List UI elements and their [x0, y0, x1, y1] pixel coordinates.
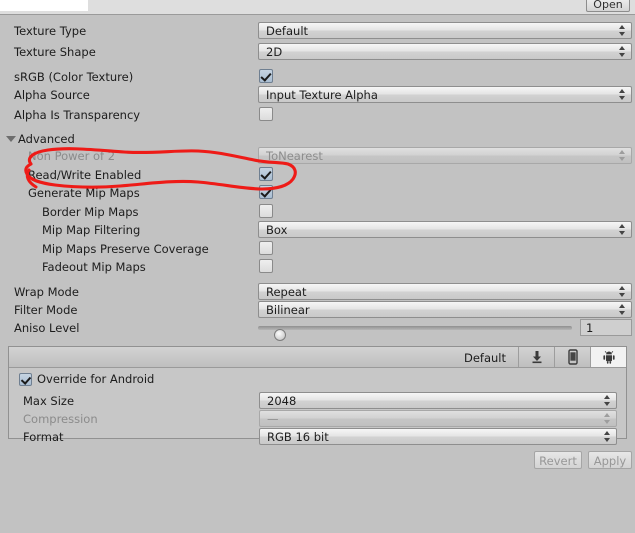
- label-wrap-mode: Wrap Mode: [14, 285, 79, 299]
- label-texture-shape: Texture Shape: [14, 45, 96, 59]
- label-override-for-android: Override for Android: [37, 372, 155, 386]
- chevron-updown-icon: [619, 285, 626, 298]
- checkbox-srgb[interactable]: [259, 69, 273, 83]
- row-read-write-enabled: Read/Write Enabled: [0, 166, 635, 184]
- label-alpha-source: Alpha Source: [14, 88, 90, 102]
- dropdown-alpha-source-value: Input Texture Alpha: [266, 88, 378, 102]
- label-read-write-enabled: Read/Write Enabled: [28, 168, 142, 182]
- apply-button[interactable]: Apply: [588, 451, 632, 469]
- chevron-updown-icon: [619, 303, 626, 316]
- row-border-mip-maps: Border Mip Maps: [0, 203, 635, 221]
- dropdown-texture-type[interactable]: Default: [258, 22, 632, 39]
- dropdown-max-size[interactable]: 2048: [259, 392, 617, 409]
- label-generate-mip-maps: Generate Mip Maps: [28, 186, 140, 200]
- platform-tab-default[interactable]: [518, 347, 554, 367]
- row-generate-mip-maps: Generate Mip Maps: [0, 184, 635, 202]
- download-icon: [532, 351, 541, 364]
- dropdown-texture-shape-value: 2D: [266, 45, 283, 59]
- open-button[interactable]: Open: [586, 0, 630, 12]
- row-format: Format RGB 16 bit: [9, 428, 626, 446]
- chevron-updown-icon: [619, 149, 626, 162]
- row-non-power-of-2: Non Power of 2 ToNearest: [0, 147, 635, 165]
- row-wrap-mode: Wrap Mode Repeat: [0, 283, 635, 301]
- slider-aniso-level[interactable]: [258, 326, 572, 341]
- dropdown-non-power-of-2-value: ToNearest: [266, 149, 323, 163]
- top-left-field: [0, 0, 88, 11]
- checkbox-override-for-android[interactable]: [19, 373, 32, 386]
- chevron-updown-icon: [604, 430, 611, 443]
- aniso-level-value: 1: [586, 321, 594, 335]
- dropdown-format[interactable]: RGB 16 bit: [259, 428, 617, 445]
- row-compression: Compression —: [9, 410, 626, 428]
- triangle-down-icon: [6, 136, 16, 142]
- platform-settings-box: Default Override for Android Max Size 20…: [8, 346, 627, 445]
- checkbox-border-mip-maps[interactable]: [259, 204, 273, 218]
- checkbox-read-write-enabled[interactable]: [259, 167, 273, 181]
- chevron-updown-icon: [604, 394, 611, 407]
- dropdown-alpha-source[interactable]: Input Texture Alpha: [258, 86, 632, 103]
- slider-aniso-level-handle[interactable]: [274, 329, 286, 341]
- chevron-updown-icon: [619, 24, 626, 37]
- label-non-power-of-2: Non Power of 2: [28, 149, 116, 163]
- dropdown-mip-map-filtering[interactable]: Box: [258, 221, 632, 238]
- label-advanced: Advanced: [18, 132, 75, 146]
- chevron-updown-icon: [619, 223, 626, 236]
- label-mip-maps-preserve-coverage: Mip Maps Preserve Coverage: [42, 242, 209, 256]
- label-filter-mode: Filter Mode: [14, 303, 78, 317]
- checkbox-alpha-is-transparency[interactable]: [259, 107, 273, 121]
- label-aniso-level: Aniso Level: [14, 321, 80, 335]
- row-max-size: Max Size 2048: [9, 392, 626, 410]
- iphone-icon: [567, 349, 578, 365]
- checkbox-mip-maps-preserve-coverage[interactable]: [259, 241, 273, 255]
- checkbox-generate-mip-maps[interactable]: [259, 185, 273, 199]
- row-alpha-is-transparency: Alpha Is Transparency: [0, 106, 635, 124]
- dropdown-wrap-mode[interactable]: Repeat: [258, 283, 632, 300]
- label-border-mip-maps: Border Mip Maps: [42, 205, 139, 219]
- foldout-advanced[interactable]: Advanced: [0, 130, 635, 148]
- chevron-updown-icon: [619, 45, 626, 58]
- platform-tab-ios[interactable]: [554, 347, 590, 367]
- dropdown-format-value: RGB 16 bit: [267, 430, 329, 444]
- checkbox-fadeout-mip-maps[interactable]: [259, 259, 273, 273]
- row-alpha-source: Alpha Source Input Texture Alpha: [0, 86, 635, 104]
- dropdown-max-size-value: 2048: [267, 394, 297, 408]
- label-format: Format: [23, 430, 64, 444]
- label-compression: Compression: [23, 412, 98, 426]
- android-icon: [602, 350, 615, 364]
- label-srgb: sRGB (Color Texture): [14, 70, 134, 84]
- row-filter-mode: Filter Mode Bilinear: [0, 301, 635, 319]
- label-fadeout-mip-maps: Fadeout Mip Maps: [42, 260, 146, 274]
- window-top-strip: Open: [0, 0, 635, 15]
- platform-default-label: Default: [463, 351, 506, 365]
- dropdown-compression-value: —: [267, 412, 279, 426]
- platform-tab-android[interactable]: [590, 347, 626, 367]
- dropdown-compression: —: [259, 410, 617, 427]
- dropdown-filter-mode-value: Bilinear: [266, 303, 310, 317]
- row-texture-type: Texture Type Default: [0, 22, 635, 40]
- row-srgb: sRGB (Color Texture): [0, 68, 635, 86]
- dropdown-non-power-of-2: ToNearest: [258, 147, 632, 164]
- dropdown-mip-map-filtering-value: Box: [266, 223, 288, 237]
- dropdown-texture-type-value: Default: [266, 24, 309, 38]
- label-max-size: Max Size: [23, 394, 75, 408]
- label-alpha-is-transparency: Alpha Is Transparency: [14, 108, 141, 122]
- dropdown-texture-shape[interactable]: 2D: [258, 43, 632, 60]
- revert-button[interactable]: Revert: [534, 451, 582, 469]
- dropdown-filter-mode[interactable]: Bilinear: [258, 301, 632, 318]
- platform-tabbar: Default: [9, 347, 626, 368]
- chevron-updown-icon: [619, 88, 626, 101]
- chevron-updown-icon: [604, 412, 611, 425]
- label-mip-map-filtering: Mip Map Filtering: [42, 223, 141, 237]
- dropdown-wrap-mode-value: Repeat: [266, 285, 307, 299]
- row-mip-maps-preserve-coverage: Mip Maps Preserve Coverage: [0, 240, 635, 258]
- aniso-level-value-field[interactable]: 1: [580, 319, 632, 336]
- row-aniso-level: Aniso Level 1: [0, 319, 635, 341]
- row-texture-shape: Texture Shape 2D: [0, 43, 635, 61]
- row-fadeout-mip-maps: Fadeout Mip Maps: [0, 258, 635, 276]
- label-texture-type: Texture Type: [14, 24, 87, 38]
- platform-body: Override for Android Max Size 2048 Compr…: [9, 368, 626, 445]
- row-mip-map-filtering: Mip Map Filtering Box: [0, 221, 635, 239]
